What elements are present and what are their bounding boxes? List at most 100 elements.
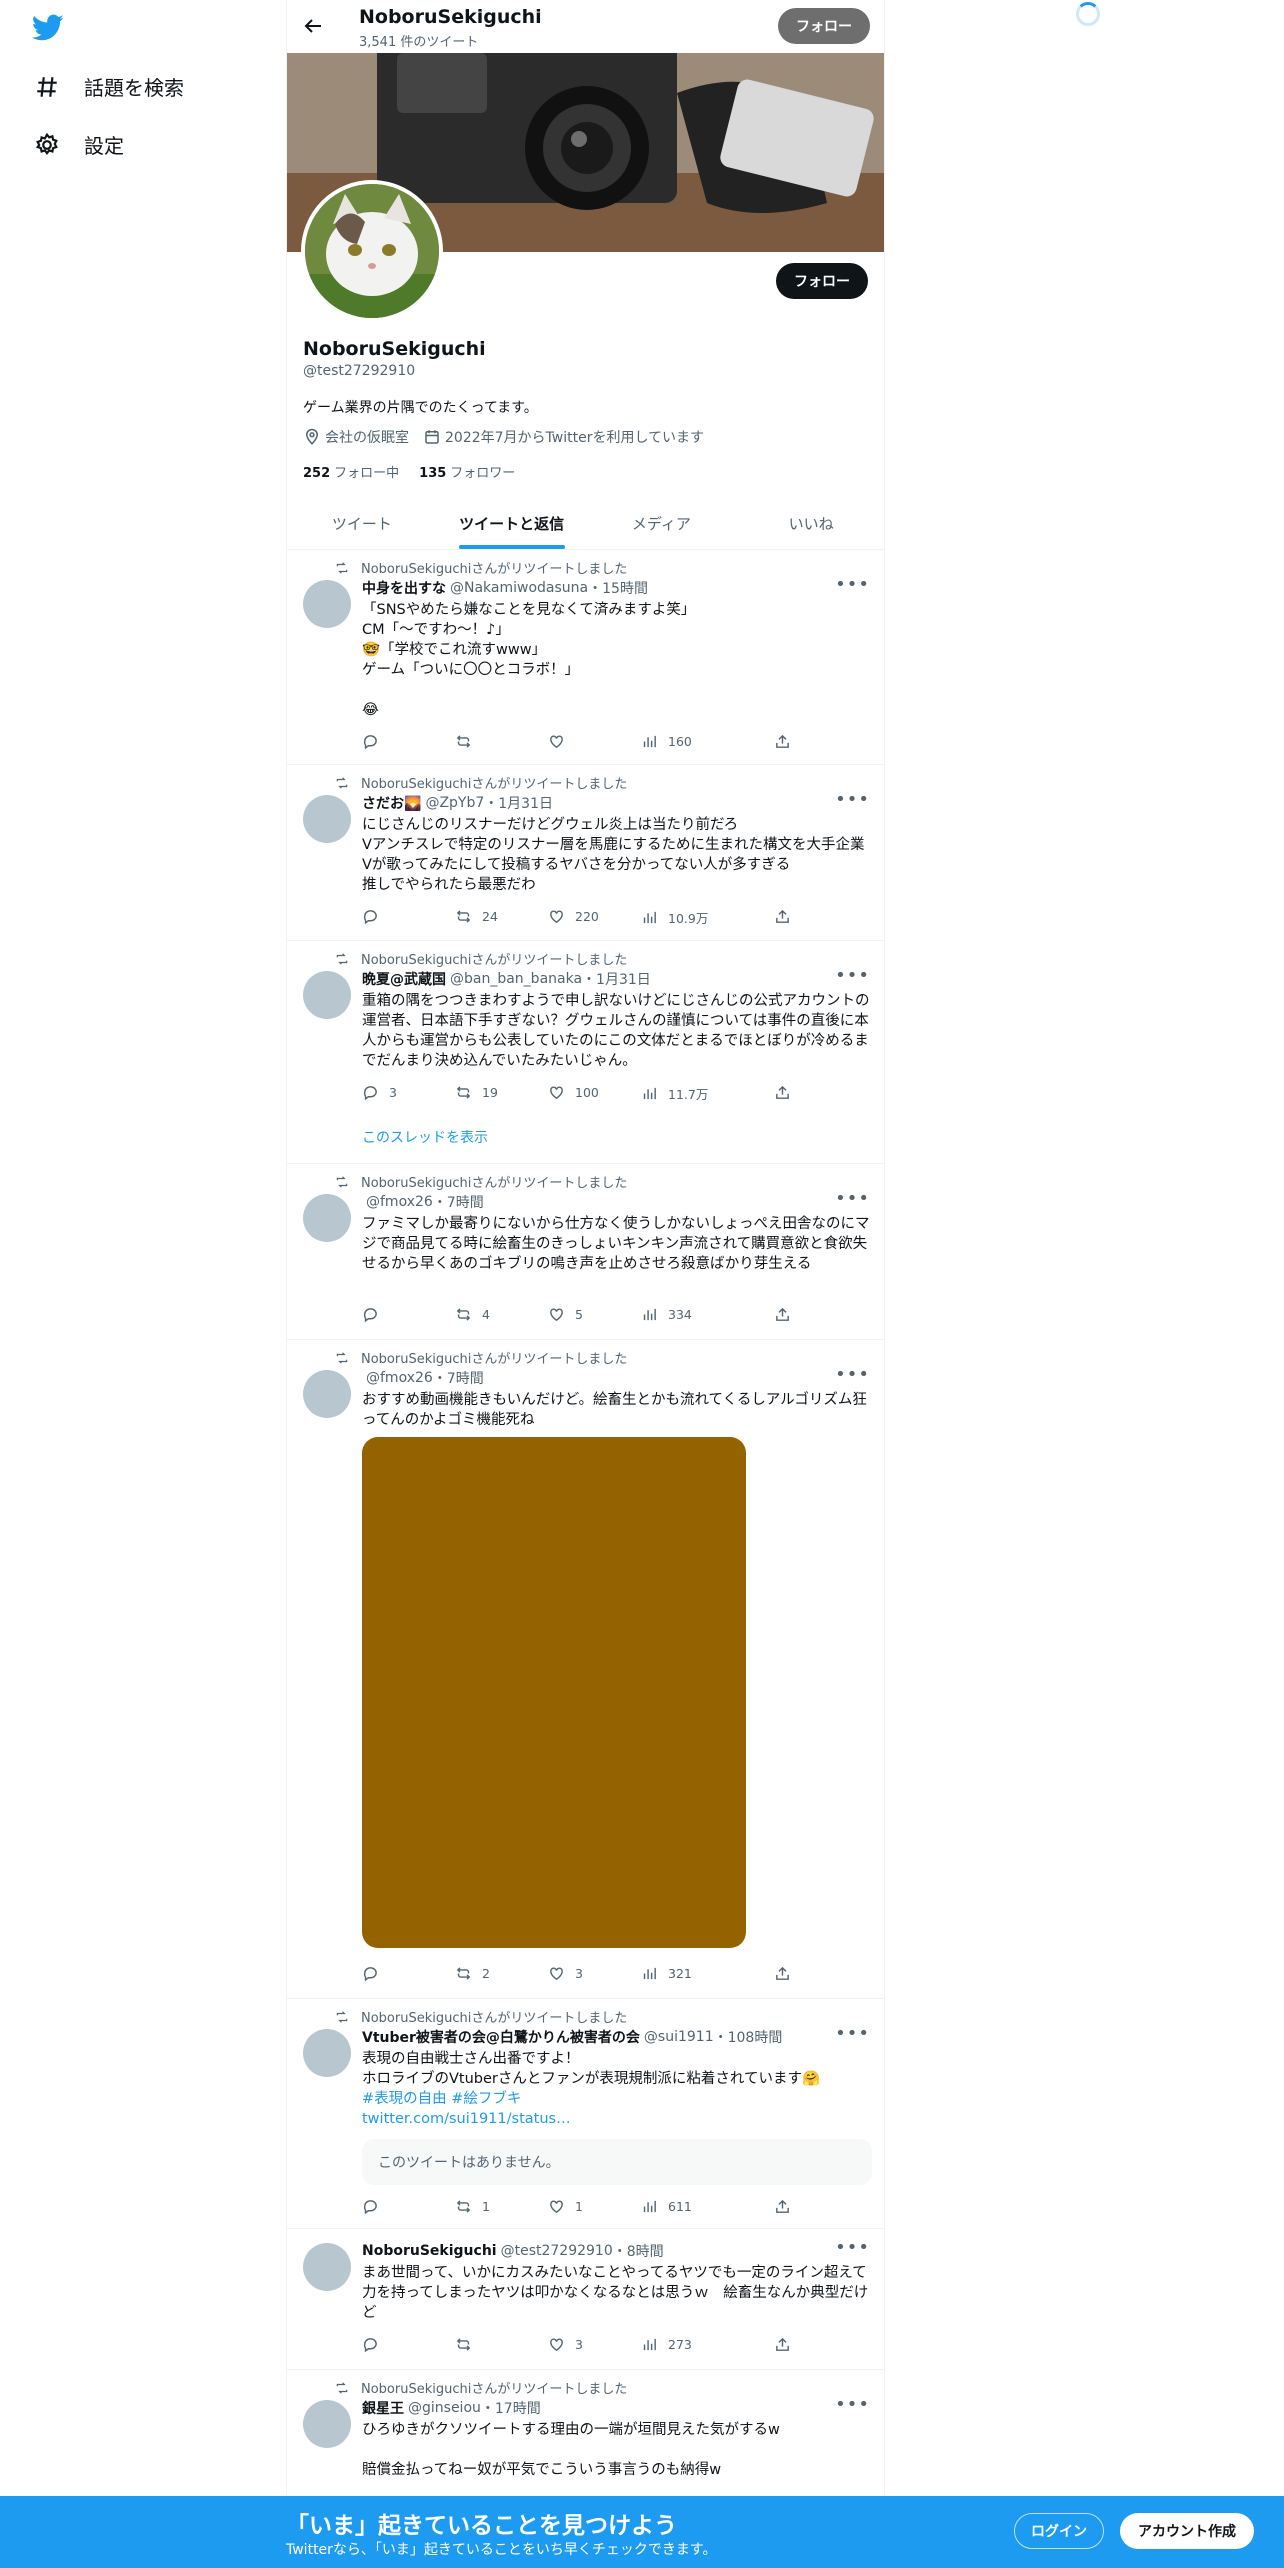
like-button[interactable]: 3 [548, 2336, 583, 2353]
retweet-button[interactable]: 2 [455, 1965, 490, 1982]
back-arrow-icon[interactable] [301, 14, 325, 38]
views-button[interactable]: 160 [641, 733, 692, 750]
avatar[interactable] [303, 2243, 351, 2291]
tweet-time[interactable]: ・7時間 [433, 1192, 484, 1212]
author-name[interactable]: Vtuber被害者の会@白鷺かりん被害者の会 [362, 2027, 640, 2047]
author-name[interactable]: 銀星王 [362, 2398, 404, 2418]
tweet-time[interactable]: ・1月31日 [582, 969, 651, 989]
tweet-time[interactable]: ・7時間 [433, 1368, 484, 1388]
avatar[interactable] [303, 1370, 351, 1418]
views-button[interactable]: 11.7万 [641, 1084, 708, 1103]
tweet[interactable]: NoboruSekiguchiさんがリツイートしました 晩夏@武蔵国 @ban_… [287, 941, 884, 1164]
share-button[interactable] [774, 733, 791, 750]
tweet[interactable]: NoboruSekiguchi @test27292910 ・8時間 ••• ま… [287, 2229, 884, 2370]
profile-follow-button[interactable]: フォロー [776, 263, 868, 299]
tweet[interactable]: NoboruSekiguchiさんがリツイートしました 中身を出すな @Naka… [287, 550, 884, 765]
followers-link[interactable]: 135 フォロワー [419, 462, 515, 481]
author-handle[interactable]: @ZpYb7 [425, 795, 484, 811]
retweet-button[interactable]: 24 [455, 908, 498, 925]
retweet-button[interactable]: 19 [455, 1084, 498, 1101]
tab-likes[interactable]: いいね [736, 497, 884, 549]
tweet-time[interactable]: ・17時間 [481, 2398, 541, 2418]
more-options-icon[interactable]: ••• [835, 2023, 870, 2044]
views-button[interactable]: 334 [641, 1306, 692, 1323]
like-button[interactable] [548, 733, 575, 750]
tweet-hashtags[interactable]: #表現の自由 #絵フブキ [362, 2089, 872, 2109]
views-button[interactable]: 611 [641, 2198, 692, 2215]
reply-button[interactable] [362, 1965, 389, 1982]
tweet-time[interactable]: ・1月31日 [484, 793, 553, 813]
views-button[interactable]: 321 [641, 1965, 692, 1982]
share-button[interactable] [774, 1965, 791, 1982]
share-button[interactable] [774, 1084, 791, 1101]
author-name[interactable]: さだお🌄 [362, 793, 421, 813]
avatar[interactable] [303, 971, 351, 1019]
author-handle[interactable]: @fmox26 [366, 1370, 433, 1386]
login-button[interactable]: ログイン [1014, 2513, 1104, 2549]
tab-tweets-replies[interactable]: ツイートと返信 [437, 497, 587, 549]
share-button[interactable] [774, 2198, 791, 2215]
nav-settings[interactable]: 設定 [34, 130, 124, 159]
author-handle[interactable]: @sui1911 [644, 2029, 714, 2045]
tab-tweets[interactable]: ツイート [287, 497, 437, 549]
tweet[interactable]: NoboruSekiguchiさんがリツイートしました さだお🌄 @ZpYb7 … [287, 765, 884, 941]
like-button[interactable]: 1 [548, 2198, 583, 2215]
reply-button[interactable]: 3 [362, 1084, 397, 1101]
tweet-time[interactable]: ・15時間 [588, 578, 648, 598]
show-thread-link[interactable]: このスレッドを表示 [362, 1127, 488, 1147]
author-name[interactable]: NoboruSekiguchi [362, 2243, 497, 2259]
author-handle[interactable]: @ban_ban_banaka [450, 971, 582, 987]
reply-button[interactable] [362, 2336, 389, 2353]
more-options-icon[interactable]: ••• [835, 965, 870, 986]
reply-button[interactable] [362, 733, 389, 750]
reply-button[interactable] [362, 908, 389, 925]
retweet-button[interactable]: 1 [455, 2198, 490, 2215]
tweet[interactable]: NoboruSekiguchiさんがリツイートしました @fmox26 ・7時間… [287, 1164, 884, 1340]
tab-media[interactable]: メディア [587, 497, 737, 549]
twitter-logo-icon[interactable] [32, 14, 64, 42]
create-account-button[interactable]: アカウント作成 [1120, 2513, 1254, 2549]
views-button[interactable]: 273 [641, 2336, 692, 2353]
author-handle[interactable]: @test27292910 [501, 2243, 613, 2259]
more-options-icon[interactable]: ••• [835, 2237, 870, 2258]
like-button[interactable]: 5 [548, 1306, 583, 1323]
more-options-icon[interactable]: ••• [835, 789, 870, 810]
reply-button[interactable] [362, 1306, 389, 1323]
tweet[interactable]: NoboruSekiguchiさんがリツイートしました @fmox26 ・7時間… [287, 1340, 884, 1999]
author-handle[interactable]: @ginseiou [408, 2400, 481, 2416]
author-handle[interactable]: @fmox26 [366, 1194, 433, 1210]
retweet-button[interactable]: 4 [455, 1306, 490, 1323]
avatar[interactable] [303, 1194, 351, 1242]
reply-button[interactable] [362, 2198, 389, 2215]
more-options-icon[interactable]: ••• [835, 1364, 870, 1385]
retweet-button[interactable] [455, 2336, 482, 2353]
tweet-time[interactable]: ・8時間 [613, 2241, 664, 2261]
profile-meta: 会社の仮眠室 2022年7月からTwitterを利用しています [303, 427, 704, 447]
avatar[interactable] [303, 2029, 351, 2077]
more-options-icon[interactable]: ••• [835, 1188, 870, 1209]
author-name[interactable]: 晩夏@武蔵国 [362, 969, 446, 989]
like-button[interactable]: 3 [548, 1965, 583, 1982]
author-name[interactable]: 中身を出すな [362, 578, 446, 598]
nav-explore[interactable]: 話題を検索 [34, 72, 184, 101]
topbar-follow-button[interactable]: フォロー [778, 8, 870, 44]
like-button[interactable]: 220 [548, 908, 599, 925]
tweet-media-video[interactable] [362, 1437, 746, 1948]
avatar[interactable] [303, 580, 351, 628]
like-button[interactable]: 100 [548, 1084, 599, 1101]
share-button[interactable] [774, 1306, 791, 1323]
tweet[interactable]: NoboruSekiguchiさんがリツイートしました Vtuber被害者の会@… [287, 1999, 884, 2229]
tweet-time[interactable]: ・108時間 [714, 2027, 783, 2047]
avatar[interactable] [303, 795, 351, 843]
more-options-icon[interactable]: ••• [835, 574, 870, 595]
share-button[interactable] [774, 908, 791, 925]
following-link[interactable]: 252 フォロー中 [303, 462, 399, 481]
tweet-link[interactable]: twitter.com/sui1911/status… [362, 2109, 872, 2129]
profile-avatar[interactable] [301, 180, 443, 322]
more-options-icon[interactable]: ••• [835, 2394, 870, 2415]
avatar[interactable] [303, 2400, 351, 2448]
retweet-button[interactable] [455, 733, 482, 750]
share-button[interactable] [774, 2336, 791, 2353]
author-handle[interactable]: @Nakamiwodasuna [450, 580, 588, 596]
views-button[interactable]: 10.9万 [641, 908, 708, 927]
